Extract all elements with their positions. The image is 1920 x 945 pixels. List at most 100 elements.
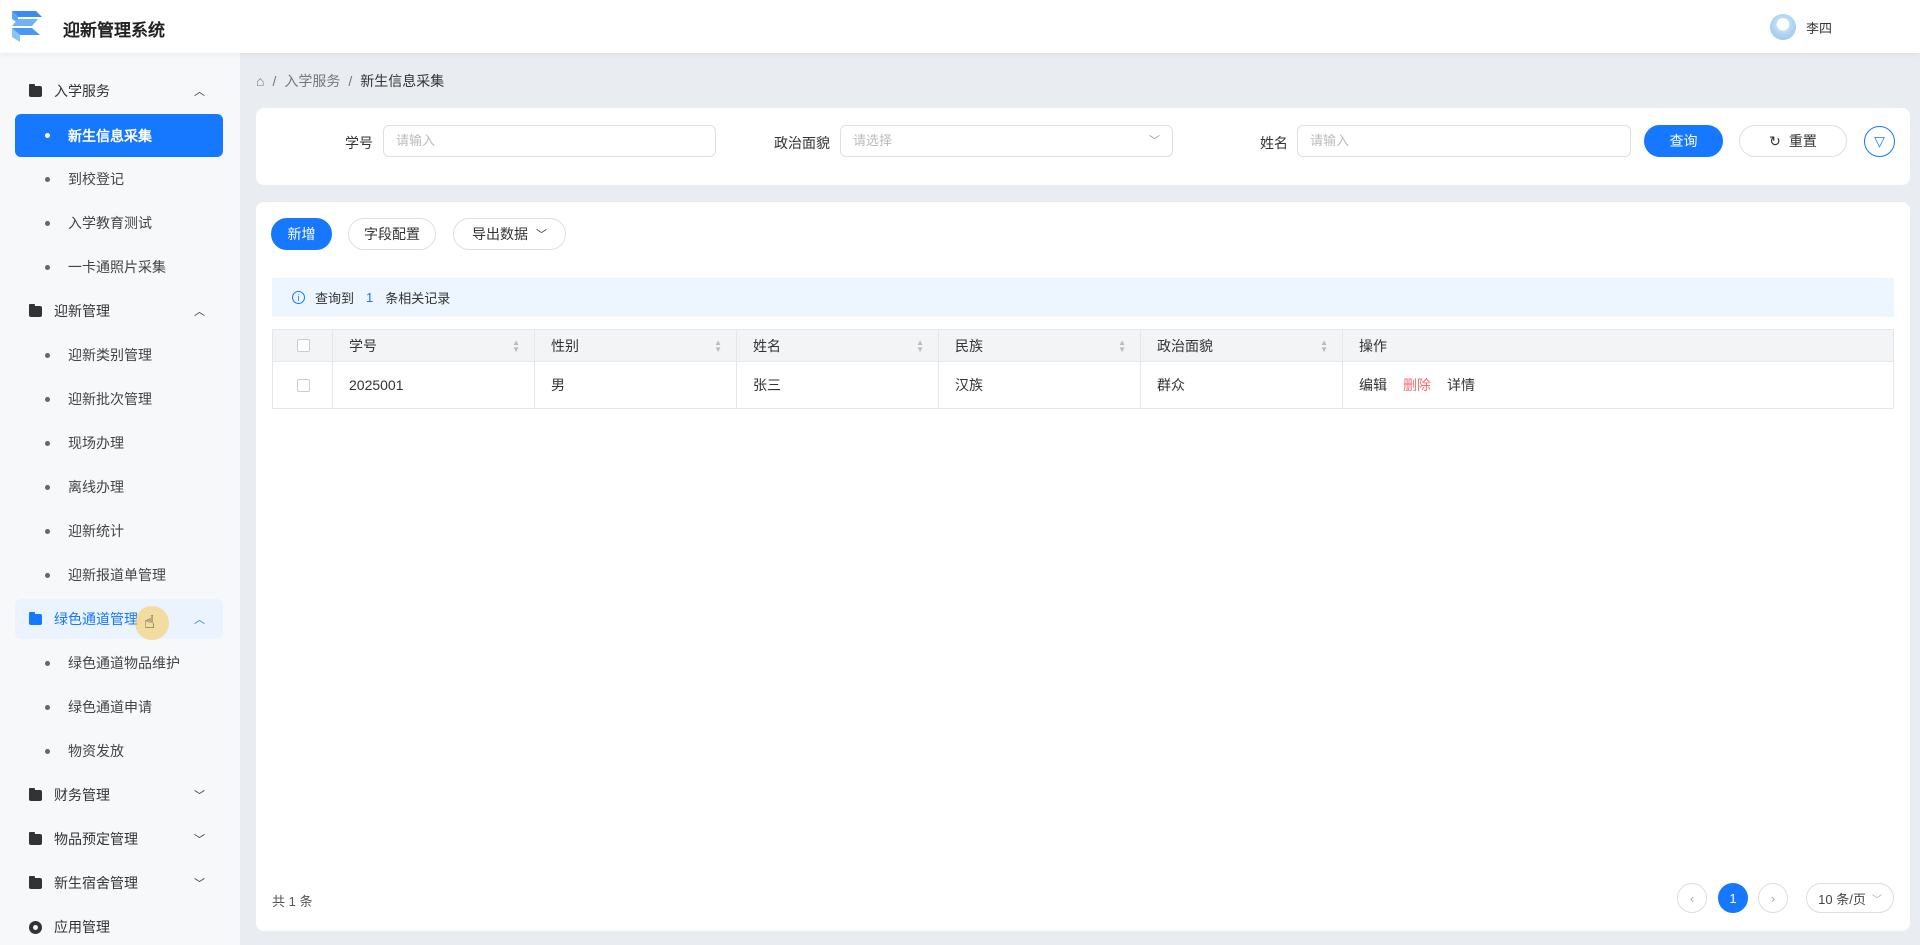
sidebar-item-report-form[interactable]: 迎新报道单管理 <box>15 555 223 595</box>
table-row: 2025001 男 张三 汉族 群众 编辑 删除 详情 <box>273 361 1893 408</box>
select-placeholder: 请选择 <box>853 133 893 148</box>
column-label: 性别 <box>551 337 579 354</box>
sort-icon[interactable]: ▲ ▼ <box>1118 338 1126 353</box>
political-label: 政治面貌 <box>774 135 830 151</box>
export-button[interactable]: 导出数据 ﹀ <box>453 218 566 250</box>
alert-suffix: 条相关记录 <box>385 291 451 306</box>
cell-name: 张三 <box>737 362 939 408</box>
sidebar-item-student-info[interactable]: 新生信息采集 <box>15 114 223 157</box>
sidebar-item-arrival[interactable]: 到校登记 <box>15 159 223 199</box>
field-config-button[interactable]: 字段配置 <box>348 218 436 250</box>
sidebar-item-offline[interactable]: 离线办理 <box>15 467 223 507</box>
sidebar-item-card-photo[interactable]: 一卡通照片采集 <box>15 247 223 287</box>
column-header-ethnicity[interactable]: 民族 ▲ ▼ <box>939 330 1141 361</box>
group-label: 财务管理 <box>54 787 110 803</box>
folder-icon <box>29 875 42 889</box>
edit-link[interactable]: 编辑 <box>1359 375 1387 395</box>
breadcrumb-item[interactable]: 入学服务 <box>284 71 340 91</box>
group-label: 迎新管理 <box>54 303 110 319</box>
cell-political: 群众 <box>1141 362 1343 408</box>
data-table: 学号 ▲ ▼ 性别 ▲ ▼ 姓名 ▲ ▼ 民族 ▲ ▼ 政治面貌 ▲ ▼ 操作 2025001 男 … <box>272 329 1894 409</box>
sidebar-group-apps[interactable]: 应用管理 <box>15 907 223 945</box>
sidebar-item-statistics[interactable]: 迎新统计 <box>15 511 223 551</box>
mouse-cursor-icon: ☝ <box>135 606 169 640</box>
cell-actions: 编辑 删除 详情 <box>1343 362 1893 408</box>
sidebar-group-enrollment[interactable]: 入学服务 ︿ <box>15 71 223 111</box>
row-select-cell <box>273 362 333 408</box>
next-page-button[interactable]: › <box>1758 883 1788 913</box>
alert-count: 1 <box>366 290 374 305</box>
home-icon[interactable]: ⌂ <box>256 73 264 89</box>
row-checkbox[interactable] <box>297 378 310 392</box>
student-id-label: 学号 <box>345 135 373 151</box>
bullet-icon <box>45 264 50 270</box>
sidebar-group-finance[interactable]: 财务管理 ﹀ <box>15 775 223 815</box>
column-header-name[interactable]: 姓名 ▲ ▼ <box>737 330 939 361</box>
bullet-icon <box>45 704 50 710</box>
sidebar-item-education-test[interactable]: 入学教育测试 <box>15 203 223 243</box>
filter-icon[interactable]: ▽ <box>1864 126 1895 157</box>
sort-icon[interactable]: ▲ ▼ <box>714 338 722 353</box>
app-title: 迎新管理系统 <box>63 21 165 40</box>
bullet-icon <box>45 176 50 182</box>
sidebar-group-green-channel[interactable]: 绿色通道管理 ︿ <box>15 599 223 639</box>
detail-link[interactable]: 详情 <box>1447 375 1475 395</box>
add-button[interactable]: 新增 <box>271 218 332 250</box>
item-label: 绿色通道物品维护 <box>68 655 180 671</box>
column-header-political[interactable]: 政治面貌 ▲ ▼ <box>1141 330 1343 361</box>
item-label: 入学教育测试 <box>68 215 152 231</box>
info-icon: i <box>292 291 305 304</box>
sort-icon[interactable]: ▲ ▼ <box>916 338 924 353</box>
reset-icon: ↻ <box>1769 132 1781 149</box>
sidebar-group-welcome[interactable]: 迎新管理 ︿ <box>15 291 223 331</box>
bullet-icon <box>45 396 50 402</box>
column-header-gender[interactable]: 性别 ▲ ▼ <box>535 330 737 361</box>
page-size-label: 10 条/页 <box>1818 891 1866 907</box>
group-label: 绿色通道管理 <box>54 611 138 627</box>
page-size-select[interactable]: 10 条/页 ﹀ <box>1806 883 1894 913</box>
student-id-input[interactable]: 请输入 <box>383 125 716 157</box>
item-label: 现场办理 <box>68 435 124 451</box>
sidebar-item-distribution[interactable]: 物资发放 <box>15 731 223 771</box>
sidebar-item-batch[interactable]: 迎新批次管理 <box>15 379 223 419</box>
item-label: 新生信息采集 <box>68 127 152 144</box>
chevron-up-icon: ︿ <box>194 86 205 98</box>
avatar <box>1770 14 1796 40</box>
sort-icon[interactable]: ▲ ▼ <box>512 338 520 353</box>
user-menu[interactable]: 李四 <box>1770 14 1832 40</box>
bullet-icon <box>45 484 50 490</box>
prev-page-button[interactable]: ‹ <box>1677 883 1707 913</box>
column-header-student-id[interactable]: 学号 ▲ ▼ <box>333 330 535 361</box>
select-all-cell <box>273 330 333 361</box>
item-label: 到校登记 <box>68 171 124 187</box>
sidebar: 入学服务 ︿ 新生信息采集 到校登记 入学教育测试 一卡通照片采集 迎新管理 ︿ 迎… <box>0 53 240 945</box>
query-button[interactable]: 查询 <box>1644 125 1723 157</box>
item-label: 迎新报道单管理 <box>68 567 166 583</box>
select-all-checkbox[interactable] <box>297 339 310 352</box>
group-label: 入学服务 <box>54 83 110 99</box>
top-header: 迎新管理系统 李四 <box>0 0 1920 53</box>
folder-icon <box>29 83 42 97</box>
breadcrumb-separator: / <box>272 73 277 89</box>
item-label: 迎新批次管理 <box>68 391 152 407</box>
sidebar-group-reservation[interactable]: 物品预定管理 ﹀ <box>15 819 223 859</box>
name-input[interactable]: 请输入 <box>1297 125 1631 157</box>
alert-prefix: 查询到 <box>315 291 355 306</box>
folder-icon <box>29 831 42 845</box>
sidebar-item-goods-maintenance[interactable]: 绿色通道物品维护 <box>15 643 223 683</box>
sidebar-item-green-apply[interactable]: 绿色通道申请 <box>15 687 223 727</box>
delete-link[interactable]: 删除 <box>1403 375 1431 395</box>
sidebar-item-onsite[interactable]: 现场办理 <box>15 423 223 463</box>
bullet-icon <box>45 660 50 666</box>
sidebar-group-dormitory[interactable]: 新生宿舍管理 ﹀ <box>15 863 223 903</box>
column-label: 姓名 <box>753 337 781 354</box>
item-label: 迎新统计 <box>68 523 124 539</box>
sidebar-item-category[interactable]: 迎新类别管理 <box>15 335 223 375</box>
reset-button[interactable]: ↻ 重置 <box>1739 125 1847 157</box>
political-select[interactable]: 请选择 ﹀ <box>840 125 1173 157</box>
app-gear-icon <box>29 920 42 934</box>
column-header-actions: 操作 <box>1343 330 1893 361</box>
page-1-button[interactable]: 1 <box>1718 883 1748 913</box>
chevron-down-icon: ﹀ <box>194 834 205 846</box>
sort-icon[interactable]: ▲ ▼ <box>1320 338 1328 353</box>
